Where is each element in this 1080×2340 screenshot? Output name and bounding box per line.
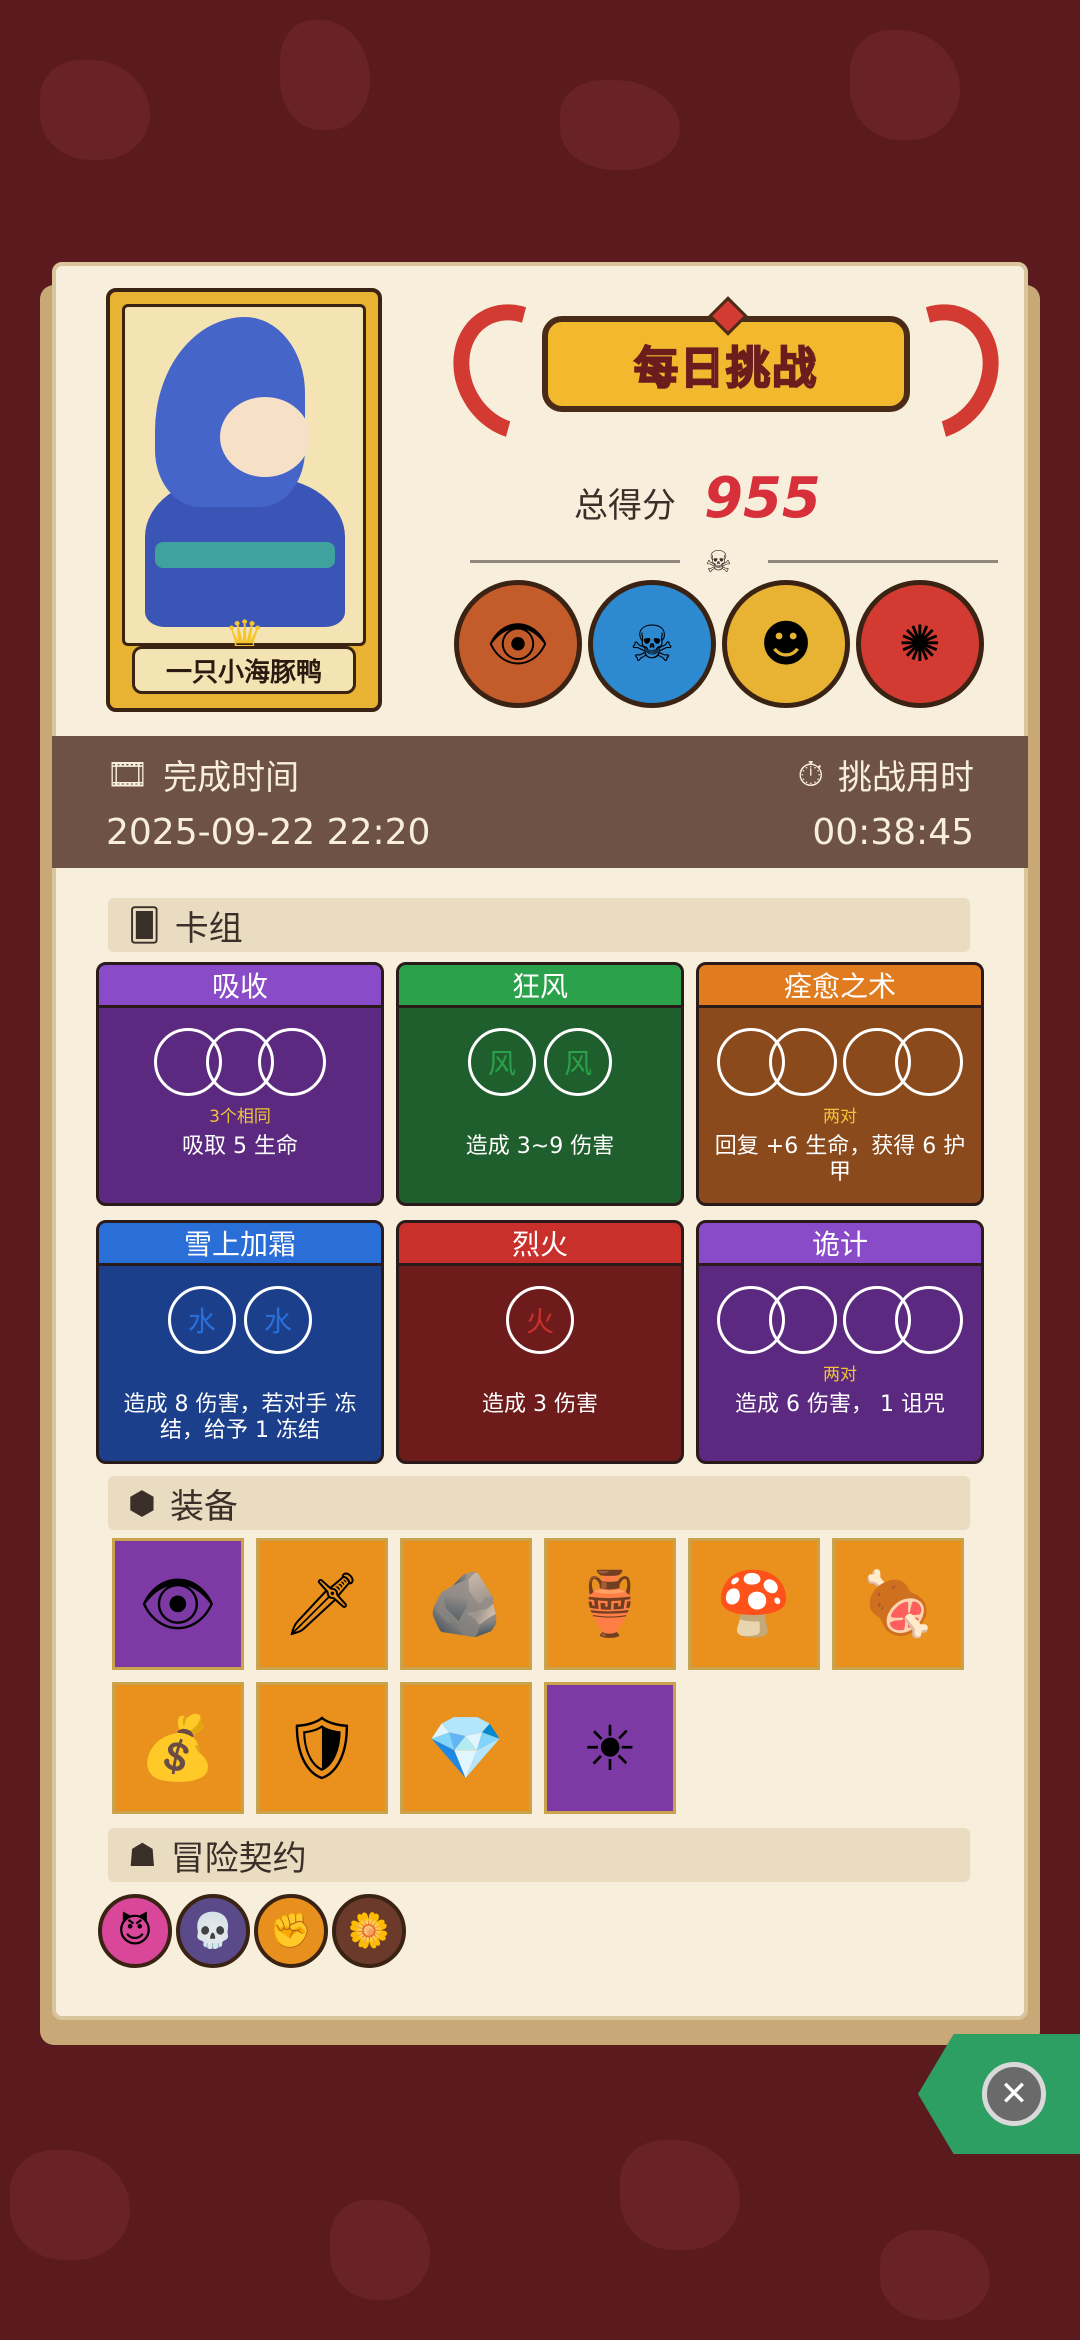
deck-card-condition: 3个相同 (209, 1107, 271, 1127)
equipment-section-header: ⬢ 装备 (108, 1476, 970, 1530)
deck-card-condition (399, 1102, 681, 1124)
die-slot: 风 (468, 1028, 536, 1096)
die-slot: 水 (244, 1286, 312, 1354)
deck-card-name: 烈火 (399, 1223, 681, 1266)
deck-card[interactable]: 烈火火造成 3 伤害 (396, 1220, 684, 1464)
score-value: 955 (704, 466, 821, 531)
horned-skull-icon: ☠ (705, 545, 732, 580)
die-slot: 风 (544, 1028, 612, 1096)
duration-label-group: ⏱ 挑战用时 (797, 750, 974, 799)
contract-title: 冒险契约 (170, 1838, 307, 1879)
deck-card[interactable]: 吸收 3个相同吸取 5 生命 (96, 962, 384, 1206)
deck-card-condition (399, 1360, 681, 1382)
deck-card-name: 狂风 (399, 965, 681, 1008)
coin-sack-icon[interactable]: 💰 (112, 1682, 244, 1814)
dice-slots (699, 1286, 981, 1354)
die-slot (769, 1028, 837, 1096)
deck-card-effect: 吸取 5 生命 (182, 1134, 298, 1159)
sun-mask-icon[interactable]: ☀ (544, 1682, 676, 1814)
deck-card[interactable]: 诡计两对造成 6 伤害， 1 诅咒 (696, 1220, 984, 1464)
contract-section-header: ☗ 冒险契约 (108, 1828, 970, 1882)
deck-card-name: 诡计 (699, 1223, 981, 1266)
deck-card[interactable]: 痊愈之术两对回复 +6 生命，获得 6 护甲 (696, 962, 984, 1206)
die-slot: 火 (506, 1286, 574, 1354)
deck-grid: 吸收 3个相同 吸取 5 生命 狂风风风造成 3~9 伤害 痊愈之术 两对 回复 +6 生命… (96, 962, 984, 1464)
contract-icon: ☗ (128, 1836, 157, 1874)
deck-card-condition: 两对 (823, 1107, 857, 1127)
moss-stone-icon[interactable]: 🪨 (400, 1538, 532, 1670)
score-label: 总得分 (574, 486, 676, 526)
skull-wing-contract-icon[interactable]: 💀 (176, 1894, 250, 1968)
equipment-title: 装备 (169, 1486, 238, 1527)
score-row: 总得分 955 (574, 466, 821, 531)
dice-slots: 风风 (399, 1028, 681, 1096)
deck-card[interactable]: 狂风风风造成 3~9 伤害 (396, 962, 684, 1206)
yellow-mask-boss-icon[interactable]: ☻ (722, 580, 850, 708)
die-slot (895, 1286, 963, 1354)
deck-card[interactable]: 雪上加霜水水造成 8 伤害，若对手 冻结，给予 1 冻结 (96, 1220, 384, 1464)
equipment-grid: 👁 🗡 🪨 🏺 🍄 🍖 💰 🛡 💎 ☀ (112, 1538, 964, 1814)
dice-slots: 水水 (99, 1286, 381, 1354)
duration-label: 挑战用时 (838, 758, 974, 798)
ice-blade-icon[interactable]: 🗡 (256, 1538, 388, 1670)
dice-slots (99, 1028, 381, 1096)
stopwatch-icon: ⏱ (797, 754, 824, 795)
dice-slots (699, 1028, 981, 1096)
deck-title: 卡组 (174, 908, 243, 949)
cards-icon: 🂠 (128, 906, 161, 944)
tribal-mask-boss-icon[interactable]: ✺ (856, 580, 984, 708)
close-icon: ✕ (982, 2062, 1046, 2126)
deck-section-header: 🂠 卡组 (108, 898, 970, 952)
pink-demon-contract-icon[interactable]: 😈 (98, 1894, 172, 1968)
round-shield-icon[interactable]: 🛡 (256, 1682, 388, 1814)
film-icon: 🎞 (106, 754, 150, 795)
banner-title: 每日挑战 (633, 342, 818, 395)
divider-left (470, 560, 680, 563)
deck-card-effect: 造成 6 伤害， 1 诅咒 (735, 1392, 945, 1417)
info-bar: 🎞 完成时间 2025-09-22 22:20 ⏱ 挑战用时 00:38:45 (52, 736, 1028, 868)
die-slot (895, 1028, 963, 1096)
player-name: 一只小海豚鸭 (132, 646, 356, 694)
meat-leg-icon[interactable]: 🍖 (832, 1538, 964, 1670)
die-slot (769, 1286, 837, 1354)
die-slot (258, 1028, 326, 1096)
contract-row: 😈 💀 ✊ 🌼 (98, 1894, 406, 1968)
cube-icon: ⬢ (128, 1484, 156, 1522)
boss-row: 👁 ☠ ☻ ✺ (454, 580, 984, 708)
jade-vase-icon[interactable]: 🏺 (544, 1538, 676, 1670)
deck-card-effect: 回复 +6 生命，获得 6 护甲 (714, 1134, 966, 1185)
cyclops-boss-icon[interactable]: 👁 (454, 580, 582, 708)
dice-slots: 火 (399, 1286, 681, 1354)
finish-time-label-group: 🎞 完成时间 (106, 750, 299, 799)
deck-card-name: 吸收 (99, 965, 381, 1008)
duration-value: 00:38:45 (812, 812, 974, 853)
die-slot: 水 (168, 1286, 236, 1354)
wizard-art (122, 304, 366, 646)
crowned-skull-boss-icon[interactable]: ☠ (588, 580, 716, 708)
character-portrait: ♛ 一只小海豚鸭 (106, 288, 382, 712)
deck-card-effect: 造成 8 伤害，若对手 冻结，给予 1 冻结 (123, 1392, 357, 1443)
deck-card-name: 痊愈之术 (699, 965, 981, 1008)
deck-card-condition: 两对 (823, 1365, 857, 1385)
blue-flame-eye-icon[interactable]: 👁 (112, 1538, 244, 1670)
divider-right (768, 560, 998, 563)
ice-crystal-icon[interactable]: 💎 (400, 1682, 532, 1814)
fist-contract-icon[interactable]: ✊ (254, 1894, 328, 1968)
finish-time-value: 2025-09-22 22:20 (106, 812, 431, 853)
daily-challenge-banner: 每日挑战 (429, 281, 1023, 463)
deck-card-effect: 造成 3~9 伤害 (465, 1134, 615, 1159)
deck-card-effect: 造成 3 伤害 (482, 1392, 598, 1417)
blue-mushroom-icon[interactable]: 🍄 (688, 1538, 820, 1670)
finish-time-label: 完成时间 (163, 758, 300, 798)
flower-pot-contract-icon[interactable]: 🌼 (332, 1894, 406, 1968)
deck-card-name: 雪上加霜 (99, 1223, 381, 1266)
deck-card-condition (99, 1360, 381, 1382)
